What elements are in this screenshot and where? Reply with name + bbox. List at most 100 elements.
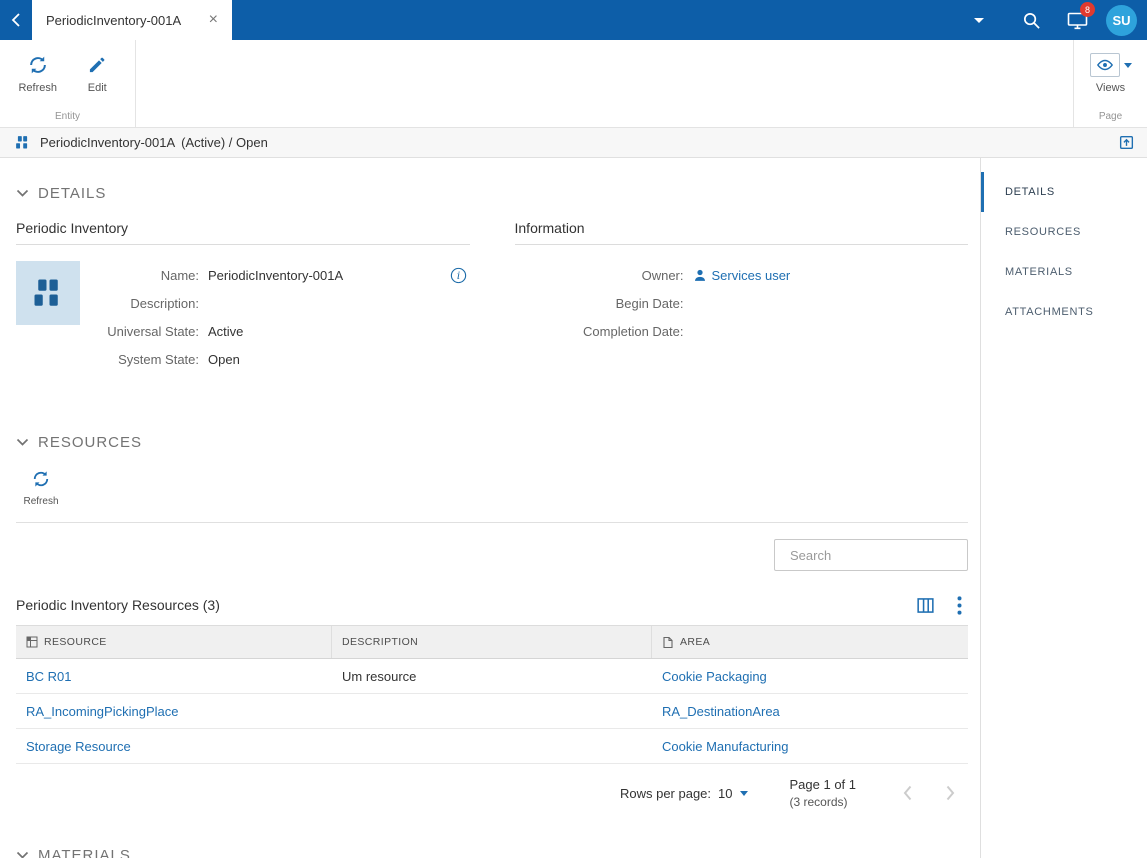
person-icon — [694, 269, 705, 281]
next-page-button[interactable] — [945, 784, 956, 802]
table-more-menu-button[interactable] — [957, 595, 962, 615]
field-begin-date: Begin Date: — [515, 289, 969, 317]
sidebar-item-details[interactable]: DETAILS — [981, 172, 1147, 212]
search-icon — [1023, 12, 1040, 29]
field-label: System State: — [118, 351, 199, 367]
field-name: Name: PeriodicInventory-001A i — [96, 261, 470, 289]
section-nav: DETAILS RESOURCES MATERIALS ATTACHMENTS — [980, 158, 1147, 858]
rows-per-page-dropdown[interactable]: Rows per page: 10 — [620, 786, 748, 801]
field-value: Active — [208, 323, 244, 339]
resources-searchbox[interactable] — [774, 539, 968, 571]
main-scroll-area: DETAILS Periodic Inventory Name: Periodi… — [0, 158, 980, 858]
key-column-icon — [26, 636, 38, 648]
materials-section-title: MATERIALS — [38, 846, 131, 858]
column-label: RESOURCE — [44, 636, 107, 648]
rows-per-page-value: 10 — [718, 785, 733, 801]
details-section-header[interactable]: DETAILS — [16, 182, 968, 204]
chevron-down-icon — [974, 17, 984, 23]
field-label: Description: — [130, 295, 199, 311]
entity-blocks-icon — [34, 279, 58, 306]
notification-badge: 8 — [1080, 2, 1095, 17]
command-bar: Refresh Edit Entity Views Page — [0, 40, 1147, 128]
entity-image — [16, 261, 80, 325]
reference-column-icon — [663, 636, 673, 648]
kebab-menu-icon — [957, 595, 962, 615]
resources-search-row — [16, 539, 968, 571]
table-header: RESOURCE DESCRIPTION AREA — [16, 625, 968, 659]
entity-tab[interactable]: PeriodicInventory-001A × — [32, 0, 232, 40]
field-universal-state: Universal State: Active — [96, 317, 470, 345]
field-label: Completion Date: — [583, 323, 684, 339]
views-label: Views — [1095, 82, 1126, 94]
global-search-button[interactable] — [1008, 0, 1054, 40]
eye-icon — [1089, 53, 1120, 77]
materials-section-header[interactable]: MATERIALS — [16, 844, 968, 858]
tab-close-icon[interactable]: × — [205, 10, 222, 30]
open-in-window-button[interactable] — [1118, 134, 1135, 151]
area-link[interactable]: RA_DestinationArea — [662, 704, 780, 719]
tabs-dropdown-button[interactable] — [964, 12, 994, 29]
periodic-inventory-panel: Periodic Inventory Name: PeriodicInvento… — [16, 220, 470, 373]
refresh-label: Refresh — [23, 496, 59, 507]
chevron-down-icon — [16, 438, 29, 446]
page-count-text: Page 1 of 1 — [789, 777, 857, 793]
column-header-resource[interactable]: RESOURCE — [16, 626, 332, 658]
popout-icon — [1119, 135, 1134, 150]
refresh-label: Refresh — [18, 82, 58, 94]
columns-icon — [917, 597, 934, 613]
field-value: Open — [208, 351, 240, 367]
details-section-title: DETAILS — [38, 184, 107, 202]
refresh-icon — [27, 53, 49, 77]
info-icon[interactable]: i — [449, 266, 468, 285]
chevron-down-icon — [1123, 62, 1132, 68]
table-row[interactable]: BC R01 Um resource Cookie Packaging — [16, 659, 968, 694]
resource-link[interactable]: BC R01 — [26, 669, 72, 684]
field-owner: Owner: Services user — [515, 261, 969, 289]
field-label: Owner: — [641, 267, 684, 283]
field-completion-date: Completion Date: — [515, 317, 969, 345]
breadcrumb-status: (Active) / Open — [181, 135, 268, 150]
column-header-description[interactable]: DESCRIPTION — [332, 626, 652, 658]
chevron-down-icon — [16, 851, 29, 858]
table-pagination: Rows per page: 10 Page 1 of 1 (3 records… — [16, 772, 968, 814]
page-info: Page 1 of 1 (3 records) — [790, 776, 857, 810]
resources-refresh-button[interactable]: Refresh — [16, 465, 66, 522]
resources-table: RESOURCE DESCRIPTION AREA BC R01 Um reso… — [16, 625, 968, 764]
table-row[interactable]: Storage Resource Cookie Manufacturing — [16, 729, 968, 764]
panel-title: Periodic Inventory — [16, 220, 470, 245]
description-cell: Um resource — [342, 668, 417, 684]
resource-link[interactable]: Storage Resource — [26, 739, 131, 754]
resources-table-title-row: Periodic Inventory Resources (3) — [16, 593, 968, 617]
sidebar-item-attachments[interactable]: ATTACHMENTS — [981, 292, 1147, 332]
edit-pencil-icon — [87, 53, 107, 77]
field-label: Begin Date: — [615, 295, 684, 311]
entity-type-icon — [16, 136, 28, 149]
column-header-area[interactable]: AREA — [652, 626, 968, 658]
column-label: DESCRIPTION — [342, 636, 419, 648]
field-system-state: System State: Open — [96, 345, 470, 373]
tab-title: PeriodicInventory-001A — [46, 12, 182, 28]
edit-label: Edit — [87, 82, 107, 94]
user-avatar[interactable]: SU — [1106, 4, 1137, 36]
chevron-right-icon — [946, 785, 955, 801]
search-input[interactable] — [790, 547, 966, 563]
sidebar-item-materials[interactable]: MATERIALS — [981, 252, 1147, 292]
table-row[interactable]: RA_IncomingPickingPlace RA_DestinationAr… — [16, 694, 968, 729]
previous-page-button[interactable] — [902, 784, 913, 802]
field-value: PeriodicInventory-001A — [208, 267, 344, 283]
views-button[interactable] — [1089, 49, 1132, 77]
back-button[interactable] — [0, 0, 32, 40]
owner-link[interactable]: Services user — [712, 268, 791, 283]
column-settings-button[interactable] — [916, 597, 935, 614]
area-link[interactable]: Cookie Manufacturing — [662, 739, 788, 754]
sidebar-item-resources[interactable]: RESOURCES — [981, 212, 1147, 252]
entity-command-group: Refresh Edit Entity — [0, 40, 136, 127]
resource-link[interactable]: RA_IncomingPickingPlace — [26, 704, 178, 719]
page-command-group: Views Page — [1073, 40, 1147, 127]
notifications-button[interactable]: 8 — [1054, 0, 1100, 40]
area-link[interactable]: Cookie Packaging — [662, 669, 767, 684]
breadcrumb: PeriodicInventory-001A (Active) / Open — [0, 128, 1147, 158]
top-bar: PeriodicInventory-001A × 8 SU — [0, 0, 1147, 40]
resources-section-header[interactable]: RESOURCES — [16, 431, 968, 453]
